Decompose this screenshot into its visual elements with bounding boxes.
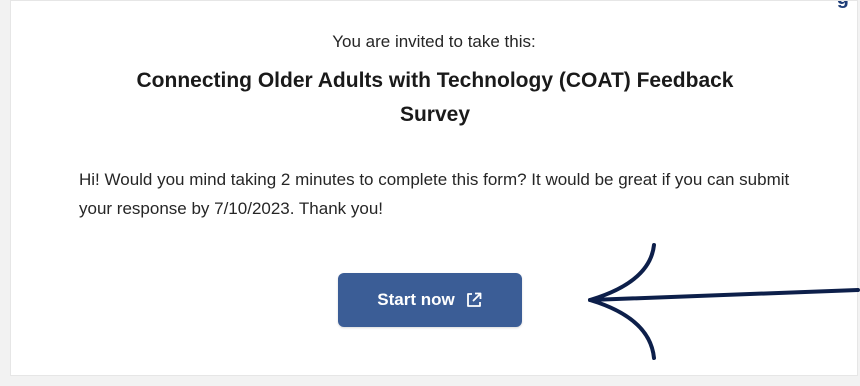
start-now-label: Start now <box>377 290 455 309</box>
invite-text: You are invited to take this: <box>332 32 536 51</box>
survey-message: Hi! Would you mind taking 2 minutes to c… <box>79 170 790 218</box>
clipped-header-text: g <box>11 1 857 9</box>
start-now-button[interactable]: Start now <box>338 273 522 327</box>
external-link-icon <box>466 292 482 307</box>
survey-title: Connecting Older Adults with Technology … <box>136 69 734 126</box>
